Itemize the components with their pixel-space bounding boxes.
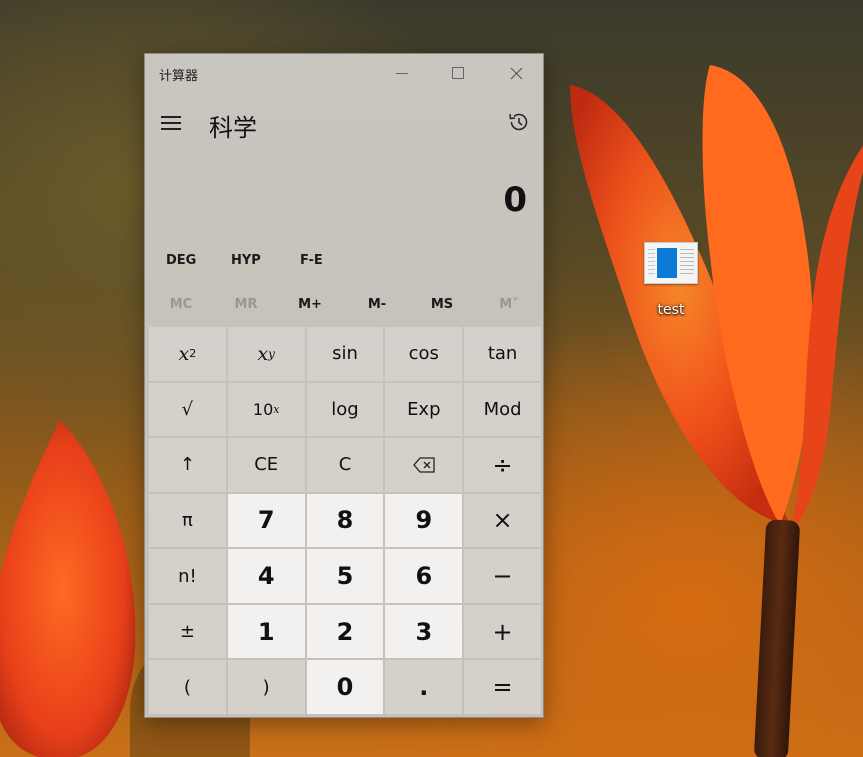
title-bar[interactable]: 计算器 xyxy=(145,54,543,92)
mod-button[interactable]: Mod xyxy=(464,382,541,437)
hyp-button[interactable]: HYP xyxy=(231,246,261,276)
desktop-icon-test[interactable]: test xyxy=(636,236,706,322)
backspace-icon xyxy=(412,457,435,473)
factorial-button[interactable]: n! xyxy=(149,549,226,603)
negate-button[interactable]: ± xyxy=(149,604,226,659)
sin-button[interactable]: sin xyxy=(306,327,384,381)
tulip-stem xyxy=(753,519,801,757)
calculator-window: 计算器 科学 0 DEG HYP F-E MC MR M+ M- MS M˅ x… xyxy=(144,53,544,718)
left-paren-button[interactable]: ( xyxy=(149,660,226,714)
power-button[interactable]: xy xyxy=(227,327,305,381)
clear-entry-button[interactable]: CE xyxy=(227,438,305,492)
angle-mode-row: DEG HYP F-E xyxy=(145,246,543,276)
digit-9-button[interactable]: 9 xyxy=(385,493,463,548)
maximize-button[interactable] xyxy=(435,54,481,92)
window-title: 计算器 xyxy=(159,69,199,84)
divide-button[interactable]: ÷ xyxy=(464,438,541,492)
square-button[interactable]: x2 xyxy=(149,327,226,381)
cos-button[interactable]: cos xyxy=(385,327,463,381)
digit-6-button[interactable]: 6 xyxy=(385,549,463,603)
memory-clear-button[interactable]: MC xyxy=(149,290,213,320)
header: 科学 xyxy=(145,98,543,148)
digit-7-button[interactable]: 7 xyxy=(227,493,305,548)
memory-list-button[interactable]: M˅ xyxy=(477,290,541,320)
clear-button[interactable]: C xyxy=(306,438,384,492)
ten-power-exponent: x xyxy=(273,402,280,416)
desktop-icon-label: test xyxy=(657,302,685,318)
maximize-icon xyxy=(452,67,464,79)
digit-0-button[interactable]: 0 xyxy=(306,660,384,714)
digit-2-button[interactable]: 2 xyxy=(306,604,384,659)
tulip-background-left xyxy=(0,420,136,757)
tan-button[interactable]: tan xyxy=(464,327,541,381)
result-display: 0 xyxy=(503,180,527,220)
right-paren-button[interactable]: ) xyxy=(227,660,305,714)
log-button[interactable]: log xyxy=(306,382,384,437)
tulip-background-right xyxy=(570,65,863,530)
memory-store-button[interactable]: MS xyxy=(410,290,474,320)
mode-title: 科学 xyxy=(209,114,257,142)
ten-power-base: 10 xyxy=(252,399,274,419)
square-base: x xyxy=(178,342,190,365)
digit-4-button[interactable]: 4 xyxy=(227,549,305,603)
memory-add-button[interactable]: M+ xyxy=(278,290,342,320)
ten-power-button[interactable]: 10 x xyxy=(227,382,305,437)
pi-button[interactable]: π xyxy=(149,493,226,548)
equals-button[interactable]: = xyxy=(464,660,541,714)
memory-recall-button[interactable]: MR xyxy=(214,290,278,320)
minimize-button[interactable] xyxy=(379,54,425,92)
keypad: x2 xy sin cos tan √ 10 x log Exp Mod ↑ CE… xyxy=(149,327,541,714)
backspace-button[interactable] xyxy=(385,438,463,492)
digit-8-button[interactable]: 8 xyxy=(306,493,384,548)
multiply-button[interactable]: × xyxy=(464,493,541,548)
power-base: x xyxy=(257,342,269,365)
digit-1-button[interactable]: 1 xyxy=(227,604,305,659)
decimal-button[interactable]: . xyxy=(385,660,463,714)
digit-5-button[interactable]: 5 xyxy=(306,549,384,603)
history-icon[interactable] xyxy=(507,110,531,134)
memory-row: MC MR M+ M- MS M˅ xyxy=(145,290,543,320)
shift-button[interactable]: ↑ xyxy=(149,438,226,492)
memory-subtract-button[interactable]: M- xyxy=(345,290,409,320)
digit-3-button[interactable]: 3 xyxy=(385,604,463,659)
close-button[interactable] xyxy=(493,54,539,92)
exp-button[interactable]: Exp xyxy=(385,382,463,437)
minimize-icon xyxy=(396,72,408,74)
desktop: test 计算器 科学 0 DEG HYP F-E MC MR M+ M- MS… xyxy=(0,0,863,757)
square-exponent: 2 xyxy=(189,347,197,361)
sqrt-button[interactable]: √ xyxy=(149,382,226,437)
fe-button[interactable]: F-E xyxy=(300,246,323,276)
document-icon xyxy=(644,242,698,284)
subtract-button[interactable]: − xyxy=(464,549,541,603)
add-button[interactable]: + xyxy=(464,604,541,659)
close-icon xyxy=(510,67,522,79)
hamburger-icon[interactable] xyxy=(161,116,183,132)
power-exponent: y xyxy=(268,346,275,361)
deg-button[interactable]: DEG xyxy=(166,246,196,276)
